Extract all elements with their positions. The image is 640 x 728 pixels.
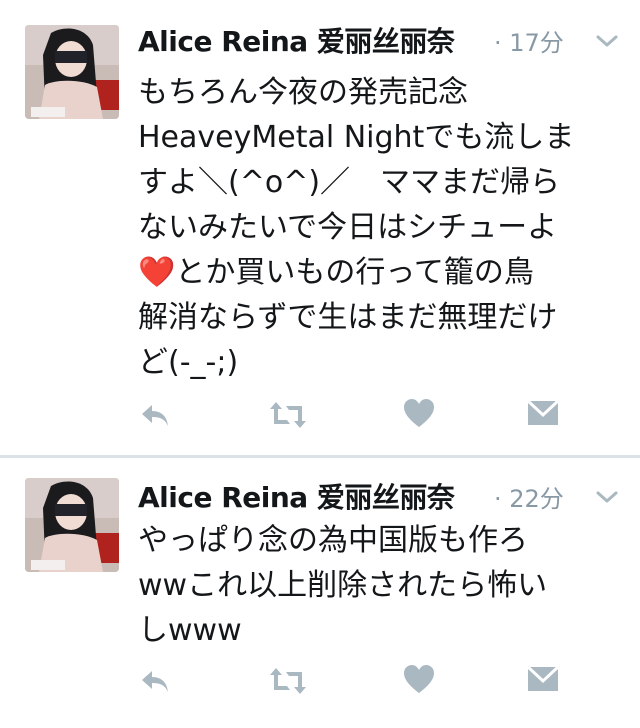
avatar[interactable] <box>25 478 119 572</box>
tweet-header: Alice Reina 爱丽丝丽奈 · 17分 <box>138 20 638 60</box>
tweet-text: やっぱり念の為中国版も作ろ wwこれ以上削除されたら怖い しwww <box>138 523 548 648</box>
retweet-icon[interactable] <box>268 664 308 704</box>
heart-icon[interactable] <box>403 398 443 438</box>
tweet[interactable]: Alice Reina 爱丽丝丽奈 · 22分 やっぱり念の為中国版も作ろ ww… <box>0 458 640 728</box>
tweet-text: もちろん今夜の発売記念 HeaveyMetal Nightでも流しま すよ＼(^… <box>138 75 575 380</box>
direct-message-icon[interactable] <box>526 664 566 704</box>
chevron-down-icon[interactable] <box>594 488 620 506</box>
direct-message-icon[interactable] <box>526 398 566 438</box>
timestamp[interactable]: · 22分 <box>494 479 564 514</box>
display-name[interactable]: Alice Reina 爱丽丝丽奈 <box>138 20 455 60</box>
reply-icon[interactable] <box>138 398 178 438</box>
tweet-header: Alice Reina 爱丽丝丽奈 · 22分 <box>138 476 638 516</box>
retweet-icon[interactable] <box>268 398 308 438</box>
tweet[interactable]: Alice Reina 爱丽丝丽奈 · 17分 もちろん今夜の発売記念 Heav… <box>0 0 640 456</box>
action-bar <box>138 664 608 704</box>
display-name[interactable]: Alice Reina 爱丽丝丽奈 <box>138 476 455 516</box>
timestamp[interactable]: · 17分 <box>494 23 564 58</box>
avatar-photo <box>25 478 119 572</box>
reply-icon[interactable] <box>138 664 178 704</box>
action-bar <box>138 398 608 438</box>
avatar[interactable] <box>25 25 119 119</box>
heart-icon[interactable] <box>403 664 443 704</box>
chevron-down-icon[interactable] <box>594 32 620 50</box>
avatar-photo <box>25 25 119 119</box>
